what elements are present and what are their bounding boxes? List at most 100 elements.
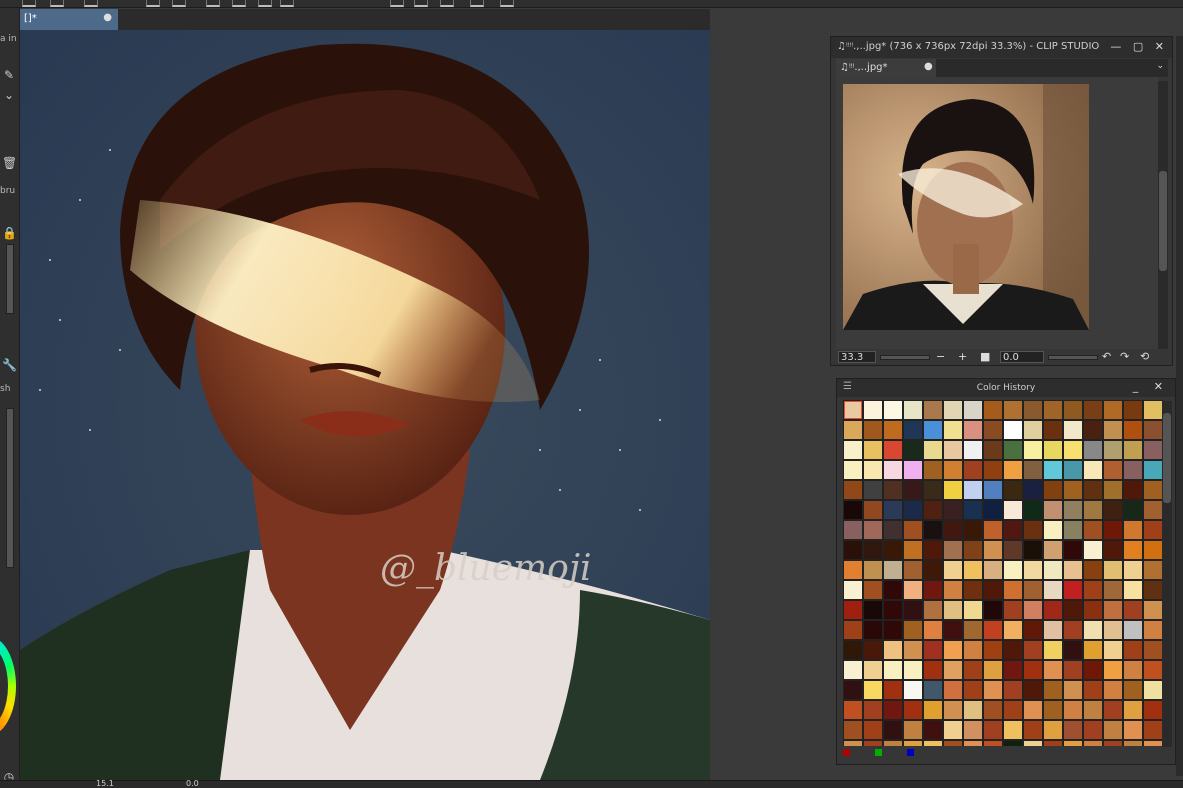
color-swatch[interactable] (843, 740, 863, 746)
color-swatch[interactable] (903, 620, 923, 640)
color-swatch[interactable] (1083, 600, 1103, 620)
color-swatch[interactable] (923, 480, 943, 500)
color-swatch[interactable] (883, 400, 903, 420)
color-swatch[interactable] (1123, 720, 1143, 740)
color-swatch[interactable] (1103, 660, 1123, 680)
color-swatch[interactable] (863, 660, 883, 680)
color-swatch[interactable] (1083, 500, 1103, 520)
save-icon[interactable] (22, 0, 36, 7)
color-swatch[interactable] (1043, 540, 1063, 560)
color-swatch[interactable] (1023, 400, 1043, 420)
color-swatch[interactable] (1043, 500, 1063, 520)
color-swatch[interactable] (863, 560, 883, 580)
color-swatch[interactable] (883, 420, 903, 440)
color-swatch[interactable] (923, 560, 943, 580)
rotate-right-button[interactable]: ↷ (1120, 350, 1129, 363)
color-swatch[interactable] (943, 600, 963, 620)
color-swatch[interactable] (943, 740, 963, 746)
color-swatch[interactable] (843, 680, 863, 700)
color-swatch[interactable] (903, 600, 923, 620)
color-swatch[interactable] (1063, 720, 1083, 740)
color-swatch[interactable] (903, 440, 923, 460)
color-swatch[interactable] (983, 740, 1003, 746)
color-swatch[interactable] (943, 640, 963, 660)
color-swatch[interactable] (903, 560, 923, 580)
color-swatch[interactable] (1023, 580, 1043, 600)
color-swatch[interactable] (923, 440, 943, 460)
color-swatch[interactable] (1043, 480, 1063, 500)
color-swatch[interactable] (1143, 620, 1163, 640)
color-swatch[interactable] (863, 740, 883, 746)
undo-icon[interactable] (146, 0, 160, 7)
layer-icon[interactable] (50, 0, 64, 7)
canvas-tab[interactable]: []* ● (20, 9, 118, 30)
scroll-thumb[interactable] (1163, 413, 1171, 503)
color-swatch[interactable] (1003, 520, 1023, 540)
color-swatch[interactable] (983, 540, 1003, 560)
color-swatch[interactable] (1023, 480, 1043, 500)
rotation-value-field[interactable]: 0.0 (1000, 351, 1044, 363)
color-swatch[interactable] (1083, 620, 1103, 640)
color-swatch[interactable] (903, 420, 923, 440)
color-swatch[interactable] (1103, 740, 1123, 746)
zoom-slider[interactable] (880, 355, 930, 360)
color-swatch[interactable] (903, 640, 923, 660)
rotation-slider[interactable] (1048, 355, 1098, 360)
color-swatch[interactable] (1043, 740, 1063, 746)
color-swatch[interactable] (1123, 640, 1143, 660)
redo-icon[interactable] (172, 0, 186, 7)
color-swatch[interactable] (1143, 600, 1163, 620)
color-swatch[interactable] (963, 480, 983, 500)
color-swatch[interactable] (923, 720, 943, 740)
zoom-out-button[interactable]: − (936, 350, 945, 363)
rotate-icon[interactable] (414, 0, 428, 7)
color-swatch[interactable] (863, 440, 883, 460)
color-swatch[interactable] (883, 720, 903, 740)
color-swatch[interactable] (983, 400, 1003, 420)
color-swatch[interactable] (1063, 700, 1083, 720)
color-swatch[interactable] (883, 440, 903, 460)
color-swatch[interactable] (1143, 700, 1163, 720)
color-swatch[interactable] (843, 540, 863, 560)
color-swatch[interactable] (903, 500, 923, 520)
color-swatch[interactable] (1143, 660, 1163, 680)
color-swatch[interactable] (1043, 700, 1063, 720)
color-swatch[interactable] (883, 520, 903, 540)
color-swatch[interactable] (883, 460, 903, 480)
color-swatch[interactable] (1003, 740, 1023, 746)
settings-icon[interactable] (500, 0, 514, 7)
color-swatch[interactable] (843, 640, 863, 660)
color-swatch[interactable] (883, 660, 903, 680)
color-swatch[interactable] (943, 720, 963, 740)
color-swatch[interactable] (903, 480, 923, 500)
color-swatch[interactable] (1103, 620, 1123, 640)
color-swatch[interactable] (963, 620, 983, 640)
color-swatch[interactable] (1063, 440, 1083, 460)
color-swatch[interactable] (1143, 640, 1163, 660)
color-swatch[interactable] (1123, 480, 1143, 500)
color-swatch[interactable] (1083, 560, 1103, 580)
color-swatch[interactable] (923, 620, 943, 640)
color-swatch[interactable] (843, 600, 863, 620)
color-swatch[interactable] (863, 500, 883, 520)
color-swatch[interactable] (843, 520, 863, 540)
color-swatch[interactable] (1123, 500, 1143, 520)
color-swatch[interactable] (1063, 580, 1083, 600)
color-swatch[interactable] (1003, 720, 1023, 740)
zoom-in-button[interactable]: + (958, 350, 967, 363)
color-swatch[interactable] (1143, 480, 1163, 500)
copy-icon[interactable] (84, 0, 98, 7)
color-swatch[interactable] (903, 680, 923, 700)
color-swatch[interactable] (903, 720, 923, 740)
color-history-window-buttons[interactable]: _ ✕ (1133, 380, 1169, 393)
color-swatch[interactable] (1043, 580, 1063, 600)
color-swatch[interactable] (843, 420, 863, 440)
color-swatch[interactable] (1103, 500, 1123, 520)
color-swatch[interactable] (1023, 460, 1043, 480)
color-swatch[interactable] (863, 400, 883, 420)
color-swatch[interactable] (963, 560, 983, 580)
color-swatch[interactable] (1063, 600, 1083, 620)
color-swatch[interactable] (943, 580, 963, 600)
color-swatch[interactable] (863, 720, 883, 740)
color-swatch[interactable] (943, 540, 963, 560)
